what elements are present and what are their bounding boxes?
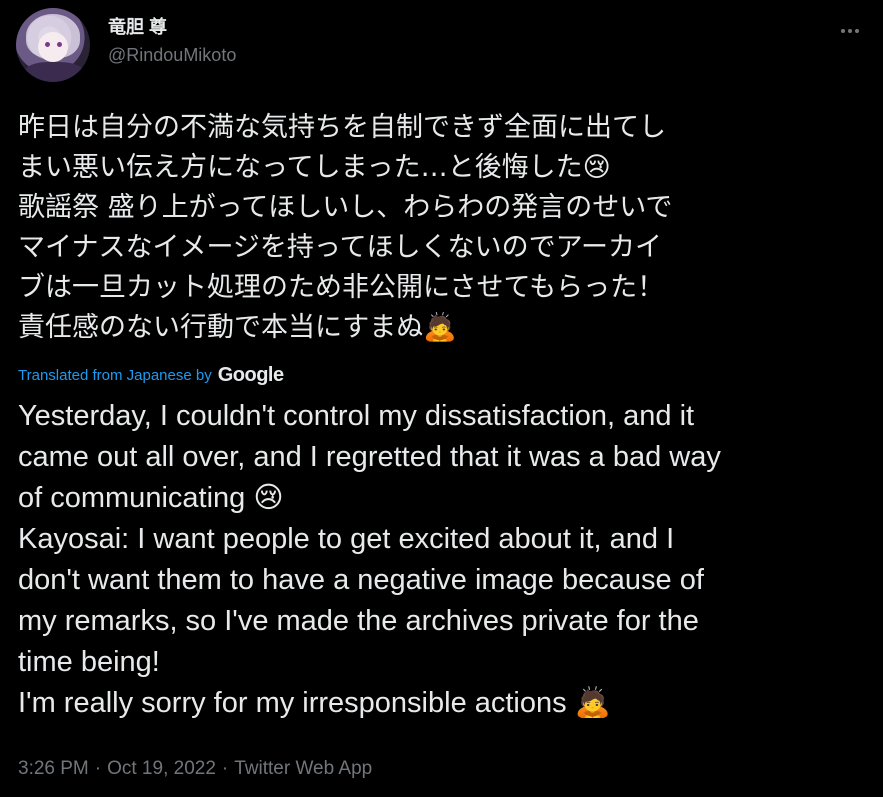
profile-avatar[interactable] bbox=[16, 8, 90, 82]
tweet-source[interactable]: Twitter Web App bbox=[234, 758, 372, 779]
more-horizontal-icon[interactable] bbox=[833, 14, 867, 48]
tweet-time[interactable]: 3:26 PM bbox=[18, 758, 89, 779]
google-logo: Google bbox=[217, 364, 284, 386]
translation-attribution[interactable]: Translated from Japanese by Google bbox=[18, 364, 284, 387]
separator: · bbox=[94, 758, 102, 779]
display-name[interactable]: 竜胆 尊 bbox=[108, 14, 236, 40]
tweet-metadata: 3:26 PM · Oct 19, 2022 · Twitter Web App bbox=[18, 758, 372, 780]
tweet-date[interactable]: Oct 19, 2022 bbox=[107, 758, 216, 779]
tweet-translated-text: Yesterday, I couldn't control my dissati… bbox=[18, 400, 721, 719]
tweet-header: 竜胆 尊 @RindouMikoto bbox=[16, 8, 867, 82]
separator: · bbox=[221, 758, 229, 779]
author-info: 竜胆 尊 @RindouMikoto bbox=[108, 14, 236, 68]
user-handle[interactable]: @RindouMikoto bbox=[108, 42, 236, 68]
translation-label[interactable]: Translated from Japanese by bbox=[18, 367, 212, 384]
tweet-original-text: 昨日は自分の不満な気持ちを自制できず全面に出てし まい悪い伝え方になってしまった… bbox=[18, 112, 673, 343]
